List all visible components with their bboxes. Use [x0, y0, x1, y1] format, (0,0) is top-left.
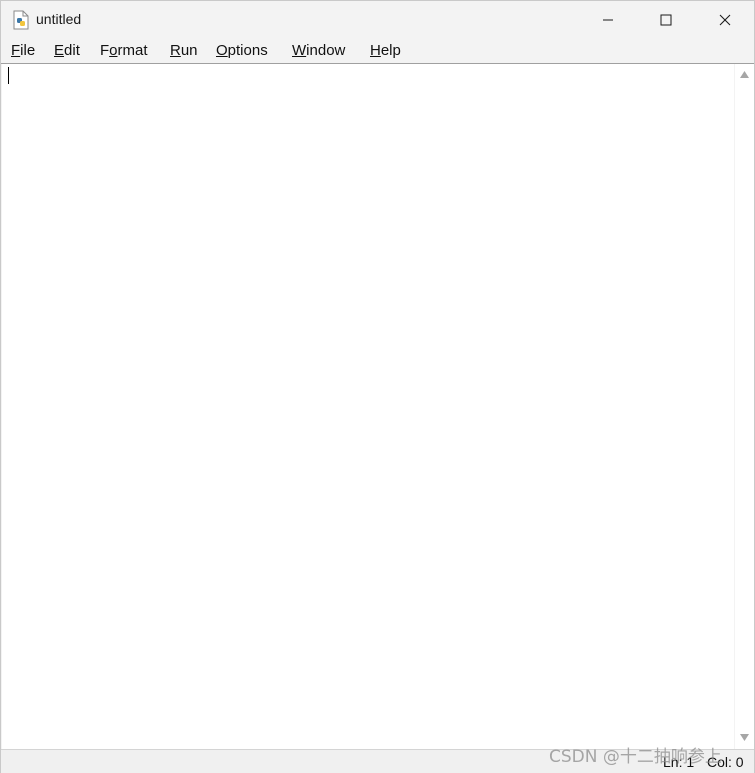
text-caret: [8, 67, 9, 84]
vertical-scrollbar[interactable]: [735, 64, 754, 749]
status-bar: Ln: 1 Col: 0: [1, 749, 754, 773]
column-number: Col: 0: [707, 754, 744, 770]
menu-bar: File Edit Format Run Options Window Help: [1, 39, 754, 64]
minimize-icon: [603, 19, 613, 21]
maximize-icon: [660, 14, 672, 26]
close-button[interactable]: [696, 1, 754, 39]
line-number: Ln: 1: [663, 754, 695, 770]
menu-file[interactable]: File: [11, 42, 35, 59]
code-editor-area[interactable]: [2, 64, 734, 749]
menu-help[interactable]: Help: [370, 42, 401, 59]
close-icon: [719, 14, 731, 26]
menu-options[interactable]: Options: [216, 42, 268, 59]
minimize-button[interactable]: [579, 1, 637, 39]
title-bar[interactable]: untitled: [1, 1, 754, 39]
menu-format[interactable]: Format: [100, 42, 148, 59]
idle-editor-window: untitled File Edit Format Run Options Wi…: [0, 0, 755, 773]
window-title: untitled: [36, 11, 82, 27]
menu-edit[interactable]: Edit: [54, 42, 80, 59]
python-file-icon: [13, 10, 29, 30]
menu-run[interactable]: Run: [170, 42, 198, 59]
scroll-down-arrow-icon[interactable]: [739, 732, 750, 742]
menu-window[interactable]: Window: [292, 42, 345, 59]
scroll-up-arrow-icon[interactable]: [739, 70, 750, 80]
maximize-button[interactable]: [637, 1, 695, 39]
